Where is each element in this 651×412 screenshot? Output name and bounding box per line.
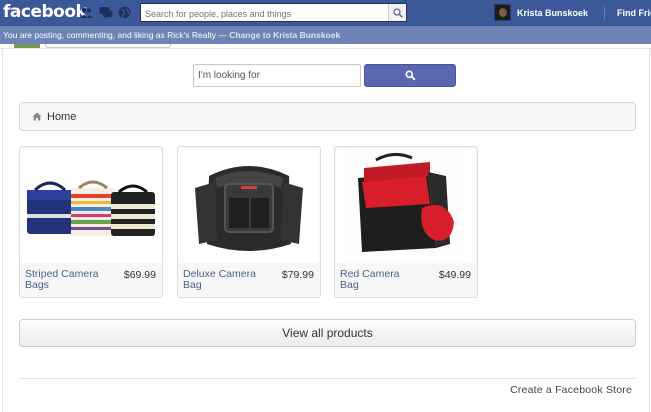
facebook-search: [140, 3, 407, 23]
product-image[interactable]: [336, 148, 476, 263]
messages-icon[interactable]: [99, 6, 113, 19]
posting-as-text: You are posting, commenting, and liking …: [3, 30, 230, 40]
product-name-link[interactable]: Red Camera Bag: [340, 269, 420, 291]
find-friends-link[interactable]: Find Frie: [617, 8, 651, 18]
topbar-divider: [604, 7, 605, 19]
posting-as-bar: You are posting, commenting, and liking …: [0, 26, 651, 44]
magnifier-icon: [392, 7, 403, 18]
facebook-search-button[interactable]: [388, 4, 406, 21]
product-name-link[interactable]: Deluxe Camera Bag: [183, 269, 263, 291]
store-search-button[interactable]: [364, 64, 456, 87]
product-price: $79.99: [281, 269, 314, 281]
facebook-search-input[interactable]: [141, 5, 387, 23]
product-card[interactable]: Striped Camera Bags $69.99: [19, 146, 163, 298]
create-store-link[interactable]: Create a Facebook Store: [510, 384, 632, 396]
facebook-top-bar: facebook Krista Bunskoek Find Frie: [0, 0, 651, 26]
switch-identity-link[interactable]: Change to Krista Bunskoek: [229, 30, 340, 40]
profile-link[interactable]: Krista Bunskoek: [494, 4, 588, 21]
product-price: $49.99: [438, 269, 471, 281]
facebook-logo[interactable]: facebook: [3, 2, 87, 22]
content-border-left: [2, 48, 3, 412]
divider: [0, 48, 651, 49]
product-price: $69.99: [123, 269, 156, 281]
breadcrumb-home-link[interactable]: Home: [47, 111, 76, 123]
breadcrumb: Home: [19, 102, 636, 131]
store-search-input[interactable]: [194, 65, 360, 86]
notifications-globe-icon[interactable]: [118, 6, 131, 19]
content-border-right: [649, 48, 650, 412]
product-card[interactable]: Red Camera Bag $49.99: [334, 146, 478, 298]
view-all-products-button[interactable]: View all products: [19, 319, 636, 347]
search-icon: [405, 70, 415, 81]
product-image[interactable]: [21, 148, 161, 263]
product-image[interactable]: [179, 148, 319, 263]
product-card[interactable]: Deluxe Camera Bag $79.99: [177, 146, 321, 298]
profile-name: Krista Bunskoek: [517, 7, 589, 18]
store-search-field: [193, 64, 361, 87]
product-name-link[interactable]: Striped Camera Bags: [25, 269, 105, 291]
friend-requests-icon[interactable]: [80, 6, 93, 19]
home-icon: [32, 112, 42, 121]
avatar: [494, 4, 511, 21]
divider: [19, 378, 636, 379]
